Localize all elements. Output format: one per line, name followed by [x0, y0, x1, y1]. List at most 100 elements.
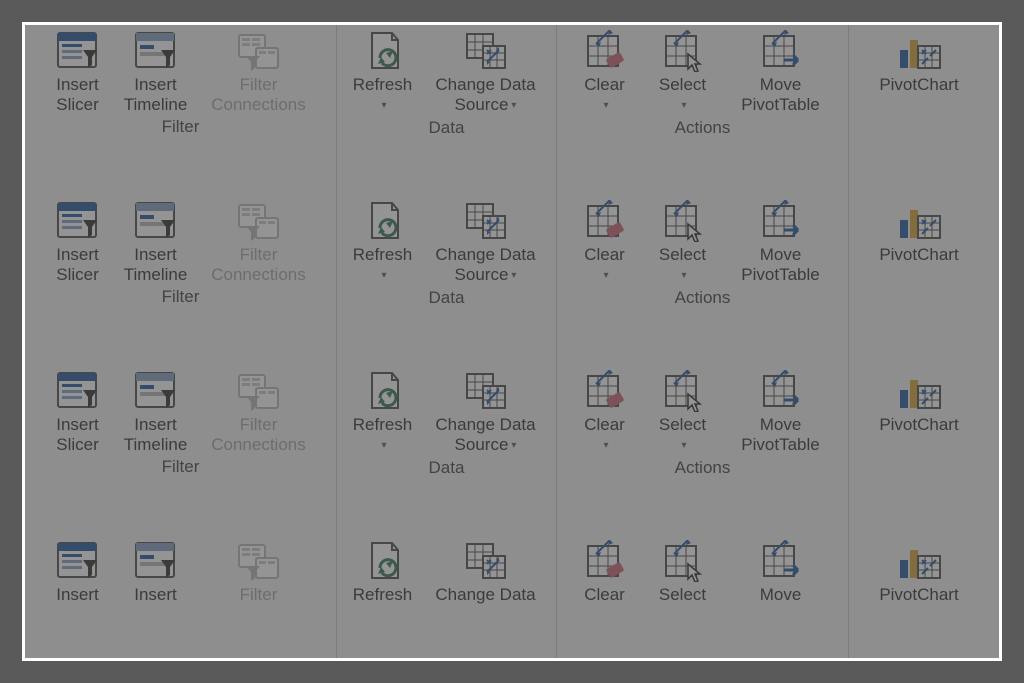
group-actions: Clear▾ Select▾ Move PivotTable Actions: [557, 195, 849, 365]
button-label: Clear▾: [584, 585, 625, 605]
pivotchart-icon: [895, 199, 943, 243]
filter-connections-button: Filter Connections: [195, 199, 323, 285]
refresh-button[interactable]: Refresh▾: [344, 369, 422, 456]
insert-timeline-button[interactable]: Insert: [117, 539, 195, 605]
button-label: Change Data Source▾: [435, 75, 535, 116]
clear-button[interactable]: Clear▾: [566, 369, 644, 456]
button-label: Clear▾: [584, 245, 625, 286]
group-label: Data: [429, 118, 465, 138]
group-data: Refresh▾ Change Data▾ Data: [337, 535, 557, 661]
ribbon-row: Insert Insert Filter Filter Refresh▾: [25, 535, 999, 661]
insert-slicer-button[interactable]: Insert: [39, 539, 117, 605]
filter-connections-button: Filter: [195, 539, 323, 605]
insert-slicer-icon: [54, 369, 102, 413]
insert-timeline-icon: [132, 199, 180, 243]
move-pivottable-button[interactable]: Move: [722, 539, 840, 605]
button-label: Refresh▾: [353, 75, 413, 116]
select-button[interactable]: Select▾: [644, 539, 722, 605]
pivotchart-button[interactable]: PivotChart: [860, 29, 978, 95]
button-label: Insert Timeline: [124, 415, 188, 455]
move-pivottable-icon: [757, 369, 805, 413]
insert-timeline-icon: [132, 369, 180, 413]
group-data: Refresh▾ Change Data Source▾ Data: [337, 25, 557, 195]
insert-timeline-button[interactable]: Insert Timeline: [117, 369, 195, 455]
button-label: Select▾: [659, 585, 706, 605]
dropdown-arrow-icon: ▾: [381, 96, 386, 116]
button-label: Refresh▾: [353, 415, 413, 456]
insert-slicer-button[interactable]: Insert Slicer: [39, 29, 117, 115]
clear-button[interactable]: Clear▾: [566, 539, 644, 605]
insert-slicer-button[interactable]: Insert Slicer: [39, 369, 117, 455]
group-label: Filter: [162, 457, 200, 477]
dropdown-arrow-icon: ▾: [511, 436, 516, 456]
clear-button[interactable]: Clear▾: [566, 199, 644, 286]
button-label: Move PivotTable: [741, 415, 819, 455]
dropdown-arrow-icon: ▾: [381, 436, 386, 456]
change-data-source-button[interactable]: Change Data Source▾: [422, 369, 550, 456]
dropdown-arrow-icon: ▾: [511, 96, 516, 116]
dropdown-arrow-icon: ▾: [681, 266, 686, 286]
group-data: Refresh▾ Change Data Source▾ Data: [337, 365, 557, 535]
change-data-source-icon: [462, 539, 510, 583]
button-label: Insert Slicer: [56, 75, 99, 115]
group-label: Actions: [675, 458, 731, 478]
refresh-button[interactable]: Refresh▾: [344, 199, 422, 286]
button-label: Insert Timeline: [124, 245, 188, 285]
select-button[interactable]: Select▾: [644, 369, 722, 456]
button-label: Clear▾: [584, 415, 625, 456]
dropdown-arrow-icon: ▾: [681, 436, 686, 456]
button-label: Filter Connections: [211, 415, 306, 455]
move-pivottable-button[interactable]: Move PivotTable: [722, 199, 840, 286]
select-button[interactable]: Select▾: [644, 29, 722, 116]
button-label: Insert Slicer: [56, 415, 99, 455]
change-data-source-button[interactable]: Change Data Source▾: [422, 29, 550, 116]
filter-connections-icon: [235, 539, 283, 583]
group-tools: PivotChart: [849, 195, 989, 365]
insert-slicer-button[interactable]: Insert Slicer: [39, 199, 117, 285]
refresh-icon: [359, 29, 407, 73]
group-actions: Clear▾ Select▾ Move PivotTable Actions: [557, 365, 849, 535]
group-filter: Insert Slicer Insert Timeline Filter Con…: [25, 365, 337, 535]
clear-button[interactable]: Clear▾: [566, 29, 644, 116]
clear-icon: [581, 539, 629, 583]
change-data-source-button[interactable]: Change Data Source▾: [422, 199, 550, 286]
ribbon-row: Insert Slicer Insert Timeline Filter Con…: [25, 365, 999, 535]
group-actions: Clear▾ Select▾ Move Actions: [557, 535, 849, 661]
pivotchart-button[interactable]: PivotChart: [860, 199, 978, 265]
button-label: Insert: [134, 585, 177, 605]
refresh-icon: [359, 199, 407, 243]
insert-timeline-icon: [132, 539, 180, 583]
group-tools: PivotChart: [849, 365, 989, 535]
button-label: Insert: [56, 585, 99, 605]
group-label: Data: [429, 288, 465, 308]
dropdown-arrow-icon: ▾: [603, 266, 608, 286]
insert-slicer-icon: [54, 29, 102, 73]
group-tools: PivotChart: [849, 25, 989, 195]
refresh-button[interactable]: Refresh▾: [344, 29, 422, 116]
insert-timeline-button[interactable]: Insert Timeline: [117, 199, 195, 285]
move-pivottable-button[interactable]: Move PivotTable: [722, 29, 840, 116]
group-data: Refresh▾ Change Data Source▾ Data: [337, 195, 557, 365]
insert-slicer-icon: [54, 539, 102, 583]
button-label: Select▾: [659, 75, 706, 116]
insert-timeline-icon: [132, 29, 180, 73]
pivotchart-button[interactable]: PivotChart: [860, 539, 978, 605]
move-pivottable-icon: [757, 29, 805, 73]
group-tools: PivotChart: [849, 535, 989, 661]
change-data-source-button[interactable]: Change Data▾: [422, 539, 550, 605]
button-label: Filter Connections: [211, 75, 306, 115]
filter-connections-button: Filter Connections: [195, 29, 323, 115]
group-filter: Insert Slicer Insert Timeline Filter Con…: [25, 195, 337, 365]
select-button[interactable]: Select▾: [644, 199, 722, 286]
select-icon: [659, 199, 707, 243]
group-label: Actions: [675, 118, 731, 138]
group-filter: Insert Slicer Insert Timeline Filter Con…: [25, 25, 337, 195]
refresh-button[interactable]: Refresh▾: [344, 539, 422, 605]
dropdown-arrow-icon: ▾: [511, 266, 516, 286]
filter-connections-icon: [235, 199, 283, 243]
move-pivottable-button[interactable]: Move PivotTable: [722, 369, 840, 456]
select-icon: [659, 539, 707, 583]
pivotchart-button[interactable]: PivotChart: [860, 369, 978, 435]
insert-timeline-button[interactable]: Insert Timeline: [117, 29, 195, 115]
change-data-source-icon: [462, 199, 510, 243]
